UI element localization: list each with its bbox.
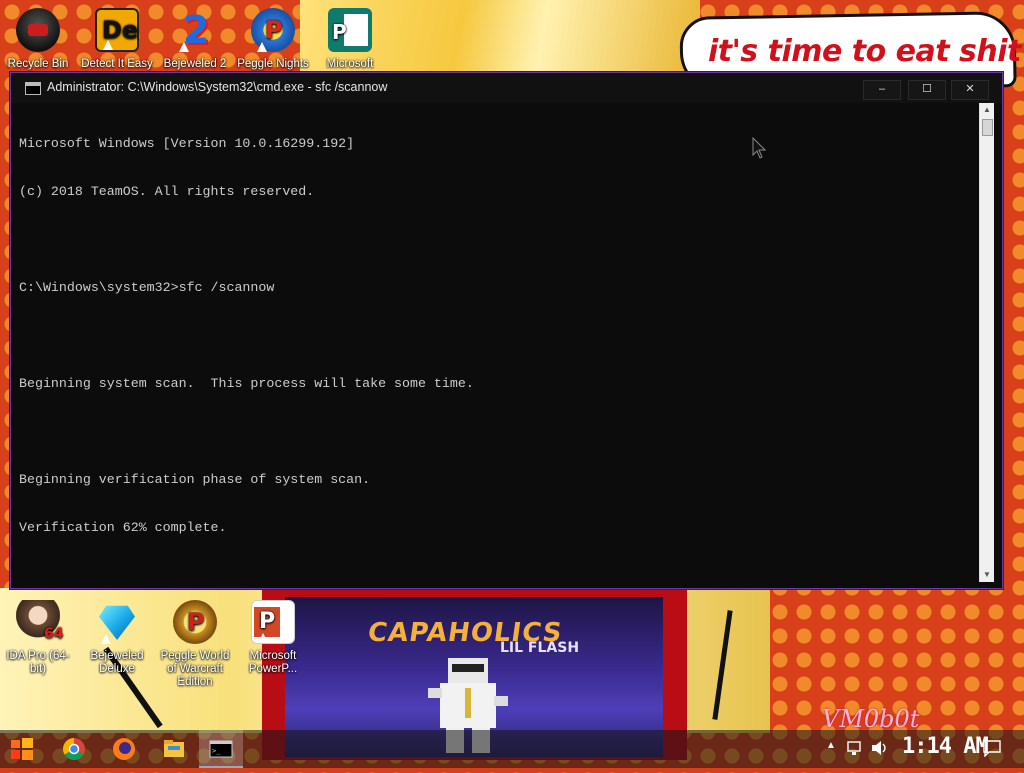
powerpoint-icon: P — [251, 600, 295, 644]
desktop-icon-label: Peggle World of Warcraft Edition — [160, 650, 230, 688]
close-button[interactable]: ✕ — [951, 80, 989, 100]
desktop-icon-label: Microsoft — [326, 58, 374, 70]
window-title: Administrator: C:\Windows\System32\cmd.e… — [47, 80, 388, 94]
start-button[interactable] — [0, 730, 44, 768]
minimize-button[interactable]: – — [863, 80, 901, 100]
desktop-icon-bejeweled-2[interactable]: 2 Bejeweled 2 — [157, 8, 233, 71]
cmd-icon — [25, 82, 41, 95]
taskbar-file-explorer[interactable] — [152, 730, 196, 768]
clock[interactable]: 1:14 AM — [902, 734, 989, 759]
scroll-up-arrow-icon[interactable]: ▲ — [980, 103, 994, 117]
firefox-icon — [113, 738, 135, 760]
wallpaper-speech-text: it's time to eat shit — [708, 34, 1021, 69]
taskbar-cmd[interactable]: >_ — [199, 730, 243, 768]
network-icon[interactable] — [846, 739, 864, 757]
console-line: C:\Windows\system32>sfc /scannow — [19, 280, 275, 295]
desktop-icon-label: IDA Pro (64-bit) — [6, 650, 70, 675]
vertical-scrollbar[interactable]: ▲ ▼ — [979, 103, 994, 582]
scroll-thumb[interactable] — [982, 119, 993, 136]
taskbar[interactable]: >_ ▲ — [0, 730, 1024, 768]
maximize-button[interactable]: ☐ — [908, 80, 946, 100]
console-output[interactable]: Microsoft Windows [Version 10.0.16299.19… — [19, 104, 974, 582]
taskbar-firefox[interactable] — [102, 730, 146, 768]
desktop-icon-label: Detect It Easy — [81, 58, 153, 70]
console-line: Verification 62% complete. — [19, 520, 227, 535]
ms-publisher-icon: P — [328, 8, 372, 52]
desktop-icon-label: Bejeweled Deluxe — [90, 650, 144, 675]
show-hidden-icons-chevron-icon[interactable]: ▲ — [826, 740, 836, 751]
desktop-icon-recycle-bin[interactable]: Recycle Bin — [0, 8, 76, 71]
folder-icon — [164, 740, 184, 757]
desktop-icon-peggle-nights[interactable]: P Peggle Nights — [235, 8, 311, 71]
scroll-down-arrow-icon[interactable]: ▼ — [980, 568, 994, 582]
console-line: (c) 2018 TeamOS. All rights reserved. — [19, 184, 315, 199]
start-menu-icon — [11, 738, 33, 760]
ida-pro-icon: 64 — [16, 600, 63, 644]
console-line: Microsoft Windows [Version 10.0.16299.19… — [19, 136, 355, 151]
mouse-cursor-icon — [752, 137, 766, 159]
console-line: Beginning verification phase of system s… — [19, 472, 371, 487]
recycle-bin-icon — [16, 8, 60, 52]
chrome-icon — [63, 738, 85, 760]
desktop-icon-label: Recycle Bin — [7, 58, 69, 70]
desktop-icon-ida-pro[interactable]: 64 IDA Pro (64-bit) — [0, 600, 76, 676]
cmd-window[interactable]: Administrator: C:\Windows\System32\cmd.e… — [10, 72, 1003, 589]
wallpaper-watermark: VM0b0t — [822, 705, 920, 733]
console-line: Beginning system scan. This process will… — [19, 376, 474, 391]
desktop-icon-label: Peggle Nights — [237, 58, 309, 70]
desktop-icon-microsoft-publisher[interactable]: P Microsoft — [312, 8, 388, 71]
desktop-icon-peggle-wow[interactable]: P Peggle World of Warcraft Edition — [157, 600, 233, 689]
shortcut-arrow-icon — [101, 634, 111, 644]
bejeweled-deluxe-icon — [95, 600, 139, 644]
svg-text:>_: >_ — [212, 747, 221, 755]
desktop-icon-label: Bejeweled 2 — [163, 58, 227, 70]
desktop-icon-label: Microsoft PowerP... — [248, 650, 298, 675]
peggle-nights-icon: P — [251, 8, 295, 52]
desktop-icon-bejeweled-deluxe[interactable]: Bejeweled Deluxe — [79, 600, 155, 676]
peggle-wow-icon: P — [173, 600, 217, 644]
taskbar-chrome[interactable] — [52, 730, 96, 768]
die-icon: De — [95, 8, 139, 52]
cmd-icon: >_ — [209, 740, 233, 758]
window-titlebar[interactable]: Administrator: C:\Windows\System32\cmd.e… — [11, 73, 1002, 103]
desktop-icon-powerpoint[interactable]: P Microsoft PowerP... — [235, 600, 311, 676]
bejeweled2-icon: 2 — [173, 8, 217, 52]
desktop-icon-detect-it-easy[interactable]: De Detect It Easy — [79, 8, 155, 71]
volume-icon[interactable] — [870, 739, 890, 757]
